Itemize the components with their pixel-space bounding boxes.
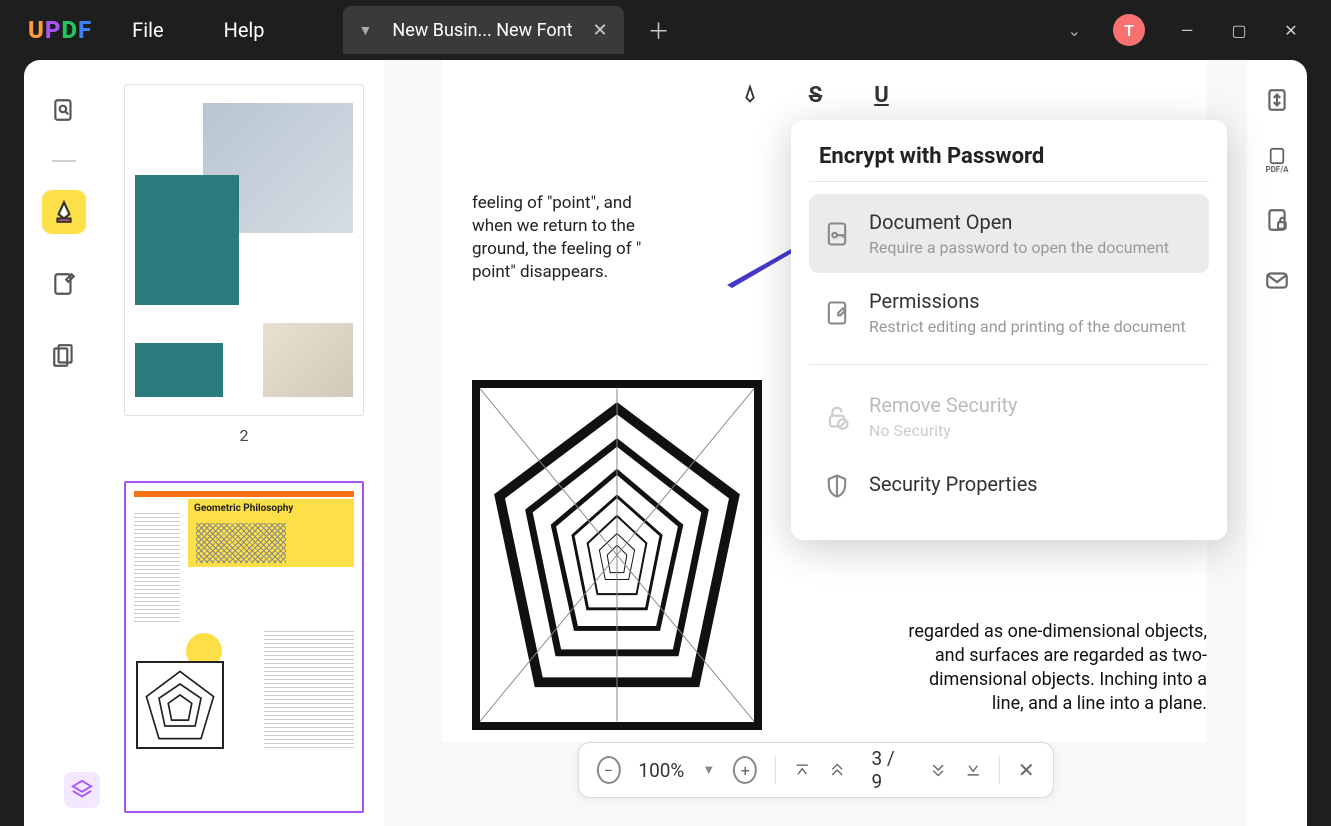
thumbnail-page-2[interactable] — [124, 84, 364, 416]
zoom-out-button[interactable]: − — [596, 756, 620, 784]
encrypt-password-popup: Encrypt with Password Document Open Requ… — [791, 120, 1227, 540]
option-title: Document Open — [869, 210, 1195, 234]
shield-icon — [823, 472, 851, 500]
new-tab-button[interactable]: ＋ — [648, 14, 670, 46]
pages-tool[interactable] — [42, 334, 86, 378]
menu-help[interactable]: Help — [224, 18, 265, 42]
option-subtitle: No Security — [869, 421, 1195, 440]
permissions-option[interactable]: Permissions Restrict editing and printin… — [809, 273, 1209, 352]
tab-dropdown-icon[interactable]: ▼ — [359, 22, 373, 39]
user-avatar[interactable]: T — [1113, 14, 1145, 46]
doc-body-text-1: feeling of "point", and when we return t… — [472, 192, 672, 284]
search-tool[interactable] — [42, 88, 86, 132]
divider — [775, 756, 776, 784]
titlebar: UPDF File Help ▼ New Busin... New Font ✕… — [0, 0, 1331, 60]
security-properties-option[interactable]: Security Properties — [809, 456, 1209, 516]
remove-security-option[interactable]: Remove Security No Security — [809, 377, 1209, 456]
minimize-button[interactable]: — — [1177, 21, 1197, 40]
first-page-button[interactable] — [794, 760, 811, 780]
app-logo: UPDF — [28, 16, 92, 44]
zoom-in-button[interactable]: + — [733, 756, 757, 784]
last-page-button[interactable] — [964, 760, 981, 780]
page-indicator[interactable]: 3 / 9 — [863, 747, 911, 793]
popup-title: Encrypt with Password — [809, 144, 1209, 169]
highlight-tool[interactable] — [42, 190, 86, 234]
option-subtitle: Require a password to open the document — [869, 238, 1195, 257]
thumbnail-label-2: 2 — [124, 426, 364, 445]
doc-body-text-2: regarded as one-dimensional objects, and… — [907, 620, 1207, 716]
document-key-icon — [823, 220, 851, 248]
thumbnails-panel: 2 Geometric Philosophy — [104, 60, 384, 826]
annotation-toolbar: S U — [384, 70, 1247, 120]
thumbnail-page-3[interactable]: Geometric Philosophy — [124, 481, 364, 813]
chevron-down-icon[interactable]: ⌄ — [1068, 21, 1081, 40]
highlighter-icon[interactable] — [735, 80, 765, 110]
next-page-button[interactable] — [930, 760, 947, 780]
main-container: 2 Geometric Philosophy S U feeling of "p… — [24, 60, 1307, 826]
zoom-level: 100% — [638, 759, 684, 782]
option-title: Security Properties — [869, 472, 1195, 496]
tab-close-icon[interactable]: ✕ — [592, 20, 607, 41]
security-button[interactable] — [1261, 204, 1293, 236]
mail-button[interactable] — [1261, 264, 1293, 296]
convert-button[interactable] — [1261, 84, 1293, 116]
menu-file[interactable]: File — [132, 18, 163, 42]
spiral-image — [472, 380, 762, 730]
close-pagination-button[interactable]: ✕ — [1018, 758, 1035, 782]
option-title: Remove Security — [869, 393, 1195, 417]
option-subtitle: Restrict editing and printing of the doc… — [869, 317, 1195, 336]
document-edit-icon — [823, 299, 851, 327]
pdfa-button[interactable]: PDF/A — [1261, 144, 1293, 176]
strikethrough-icon[interactable]: S — [801, 80, 831, 110]
left-toolbar — [24, 60, 104, 826]
toolbar-divider — [52, 160, 76, 162]
edit-tool[interactable] — [42, 262, 86, 306]
close-window-button[interactable]: ✕ — [1281, 21, 1301, 40]
layers-button[interactable] — [64, 772, 100, 808]
pagination-bar: − 100% ▼ + 3 / 9 ✕ — [577, 742, 1053, 798]
underline-icon[interactable]: U — [867, 80, 897, 110]
right-toolbar: PDF/A — [1247, 60, 1307, 826]
prev-page-button[interactable] — [829, 760, 846, 780]
zoom-dropdown-icon[interactable]: ▼ — [702, 762, 715, 778]
document-open-option[interactable]: Document Open Require a password to open… — [809, 194, 1209, 273]
tab-title: New Busin... New Font — [392, 20, 572, 41]
option-title: Permissions — [869, 289, 1195, 313]
unlock-icon — [823, 403, 851, 431]
maximize-button[interactable]: ▢ — [1229, 21, 1249, 40]
divider — [999, 756, 1000, 784]
document-tab[interactable]: ▼ New Busin... New Font ✕ — [343, 6, 624, 54]
